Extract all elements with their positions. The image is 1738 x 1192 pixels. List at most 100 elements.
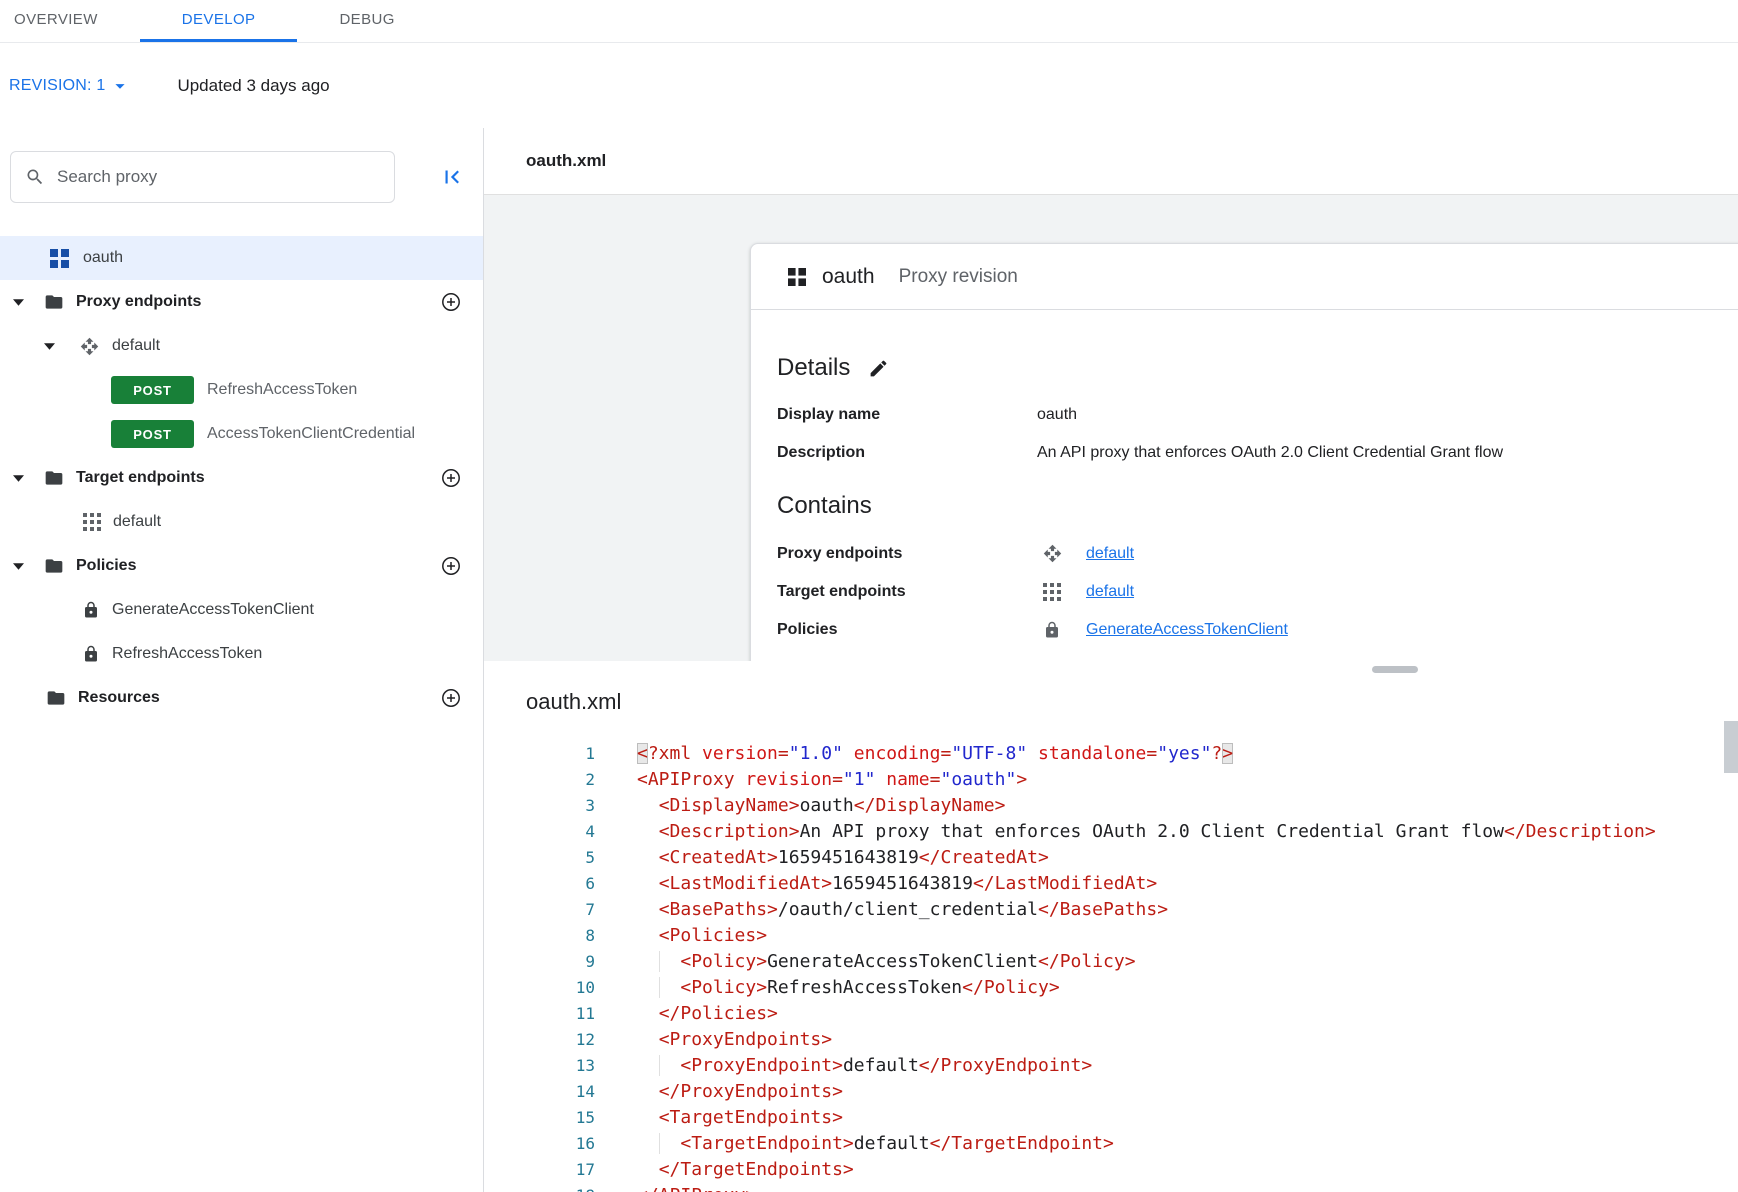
tree-item-label: oauth <box>83 249 123 267</box>
policies-label: Policies <box>777 621 1037 639</box>
line-number: 17 <box>484 1157 621 1183</box>
code-line[interactable]: 17 </TargetEndpoints> <box>484 1157 1738 1183</box>
tree-item-flow-accesstokenclientcredential[interactable]: POST AccessTokenClientCredential <box>0 412 483 456</box>
line-number: 4 <box>484 819 621 845</box>
post-method-badge: POST <box>111 376 194 404</box>
line-number: 14 <box>484 1079 621 1105</box>
revision-selector[interactable]: REVISION: 1 <box>9 75 131 97</box>
tree-item-policy-generateaccesstokenclient[interactable]: GenerateAccessTokenClient <box>0 588 483 632</box>
add-target-endpoint-button[interactable] <box>439 466 463 490</box>
code-line-content[interactable]: <Policy>GenerateAccessTokenClient</Polic… <box>621 949 1136 975</box>
code-file-title: oauth.xml <box>526 689 1738 715</box>
proxy-tree: oauth Proxy endpoints <box>0 236 483 720</box>
code-line[interactable]: 11 </Policies> <box>484 1001 1738 1027</box>
code-line-content[interactable]: <APIProxy revision="1" name="oauth"> <box>621 767 1027 793</box>
code-line[interactable]: 1<?xml version="1.0" encoding="UTF-8" st… <box>484 741 1738 767</box>
code-line[interactable]: 13 <ProxyEndpoint>default</ProxyEndpoint… <box>484 1053 1738 1079</box>
target-endpoint-default-link[interactable]: default <box>1086 583 1134 601</box>
splitter-handle[interactable] <box>1372 666 1418 673</box>
code-line[interactable]: 7 <BasePaths>/oauth/client_credential</B… <box>484 897 1738 923</box>
line-number: 2 <box>484 767 621 793</box>
code-line-content[interactable]: <LastModifiedAt>1659451643819</LastModif… <box>621 871 1157 897</box>
line-number: 1 <box>484 741 621 767</box>
code-line-content[interactable]: <Policies> <box>621 923 767 949</box>
code-line-content[interactable]: <TargetEndpoints> <box>621 1105 843 1131</box>
expand-arrow-icon[interactable] <box>13 475 24 482</box>
code-line[interactable]: 8 <Policies> <box>484 923 1738 949</box>
code-line[interactable]: 16 <TargetEndpoint>default</TargetEndpoi… <box>484 1131 1738 1157</box>
code-line-content[interactable]: <CreatedAt>1659451643819</CreatedAt> <box>621 845 1049 871</box>
add-policy-button[interactable] <box>439 554 463 578</box>
code-line-content[interactable]: </ProxyEndpoints> <box>621 1079 843 1105</box>
code-line[interactable]: 12 <ProxyEndpoints> <box>484 1027 1738 1053</box>
code-line[interactable]: 9 <Policy>GenerateAccessTokenClient</Pol… <box>484 949 1738 975</box>
code-line[interactable]: 4 <Description>An API proxy that enforce… <box>484 819 1738 845</box>
dropdown-arrow-icon <box>109 75 131 97</box>
policy-generateaccesstokenclient-link[interactable]: GenerateAccessTokenClient <box>1086 621 1288 639</box>
edit-pencil-icon[interactable] <box>868 358 889 379</box>
code-line-content[interactable]: </APIProxy> <box>621 1183 756 1192</box>
line-number: 10 <box>484 975 621 1001</box>
card-subtitle: Proxy revision <box>899 266 1018 288</box>
display-name-label: Display name <box>777 406 1037 424</box>
tree-item-label: GenerateAccessTokenClient <box>112 601 314 619</box>
tree-item-label: Target endpoints <box>76 469 205 487</box>
code-line[interactable]: 14 </ProxyEndpoints> <box>484 1079 1738 1105</box>
code-line-content[interactable]: <Policy>RefreshAccessToken</Policy> <box>621 975 1060 1001</box>
add-proxy-endpoint-button[interactable] <box>439 290 463 314</box>
dimmed-background: oauth Proxy revision Details Display nam… <box>484 195 1738 661</box>
expand-arrow-icon[interactable] <box>13 299 24 306</box>
code-line-content[interactable]: </Policies> <box>621 1001 778 1027</box>
tree-item-policy-refreshaccesstoken[interactable]: RefreshAccessToken <box>0 632 483 676</box>
code-line[interactable]: 18</APIProxy> <box>484 1183 1738 1192</box>
expand-arrow-icon[interactable] <box>44 343 55 350</box>
code-line-content[interactable]: </TargetEndpoints> <box>621 1157 854 1183</box>
description-value: An API proxy that enforces OAuth 2.0 Cli… <box>1037 444 1503 462</box>
search-proxy-input[interactable] <box>55 166 380 188</box>
xml-code-editor[interactable]: 1<?xml version="1.0" encoding="UTF-8" st… <box>484 741 1738 1192</box>
contains-heading: Contains <box>777 492 1738 520</box>
proxy-endpoints-label: Proxy endpoints <box>777 545 1037 563</box>
code-line-content[interactable]: <TargetEndpoint>default</TargetEndpoint> <box>621 1131 1114 1157</box>
line-number: 18 <box>484 1183 621 1192</box>
tree-item-label: RefreshAccessToken <box>207 381 357 399</box>
tree-item-proxy-endpoint-default[interactable]: default <box>0 324 483 368</box>
tree-item-resources[interactable]: Resources <box>0 676 483 720</box>
code-line-content[interactable]: <?xml version="1.0" encoding="UTF-8" sta… <box>621 741 1233 767</box>
code-line-content[interactable]: <ProxyEndpoint>default</ProxyEndpoint> <box>621 1053 1092 1079</box>
tree-item-proxy-endpoints[interactable]: Proxy endpoints <box>0 280 483 324</box>
code-line[interactable]: 6 <LastModifiedAt>1659451643819</LastMod… <box>484 871 1738 897</box>
code-line[interactable]: 15 <TargetEndpoints> <box>484 1105 1738 1131</box>
line-number: 3 <box>484 793 621 819</box>
target-endpoint-grid-icon <box>1043 583 1062 601</box>
description-row: Description An API proxy that enforces O… <box>777 444 1738 462</box>
code-line-content[interactable]: <Description>An API proxy that enforces … <box>621 819 1656 845</box>
top-tab-bar: OVERVIEW DEVELOP DEBUG <box>0 0 1738 43</box>
search-box <box>10 151 395 203</box>
code-line-content[interactable]: <DisplayName>oauth</DisplayName> <box>621 793 1005 819</box>
code-line[interactable]: 2<APIProxy revision="1" name="oauth"> <box>484 767 1738 793</box>
code-panel: oauth.xml 1<?xml version="1.0" encoding=… <box>484 677 1738 1192</box>
folder-icon <box>46 688 66 708</box>
file-name: oauth.xml <box>526 151 606 171</box>
code-line[interactable]: 5 <CreatedAt>1659451643819</CreatedAt> <box>484 845 1738 871</box>
tab-develop[interactable]: DEVELOP <box>140 0 298 42</box>
collapse-panel-icon[interactable] <box>439 164 465 190</box>
tree-item-oauth[interactable]: oauth <box>0 236 483 280</box>
code-line-content[interactable]: <BasePaths>/oauth/client_credential</Bas… <box>621 897 1168 923</box>
tree-item-target-endpoint-default[interactable]: default <box>0 500 483 544</box>
code-line-content[interactable]: <ProxyEndpoints> <box>621 1027 832 1053</box>
tree-item-label: Resources <box>78 689 160 707</box>
tree-item-policies[interactable]: Policies <box>0 544 483 588</box>
code-line[interactable]: 10 <Policy>RefreshAccessToken</Policy> <box>484 975 1738 1001</box>
code-line[interactable]: 3 <DisplayName>oauth</DisplayName> <box>484 793 1738 819</box>
add-resource-button[interactable] <box>439 686 463 710</box>
tree-item-flow-refreshaccesstoken[interactable]: POST RefreshAccessToken <box>0 368 483 412</box>
proxy-endpoint-default-link[interactable]: default <box>1086 545 1134 563</box>
expand-arrow-icon[interactable] <box>13 563 24 570</box>
tree-item-target-endpoints[interactable]: Target endpoints <box>0 456 483 500</box>
tab-debug[interactable]: DEBUG <box>297 0 436 42</box>
line-number: 5 <box>484 845 621 871</box>
line-number: 11 <box>484 1001 621 1027</box>
tab-overview[interactable]: OVERVIEW <box>0 0 140 42</box>
